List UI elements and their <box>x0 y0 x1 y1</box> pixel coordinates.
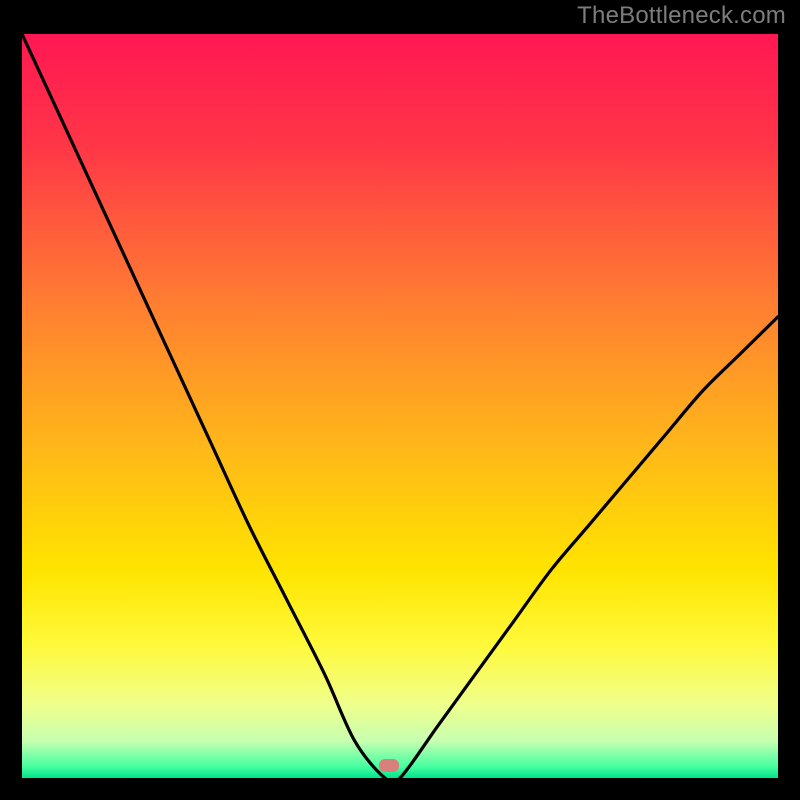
bottleneck-curve <box>22 34 778 778</box>
plot-area <box>22 34 778 778</box>
attribution-text: TheBottleneck.com <box>577 2 786 30</box>
optimal-marker <box>379 759 399 772</box>
